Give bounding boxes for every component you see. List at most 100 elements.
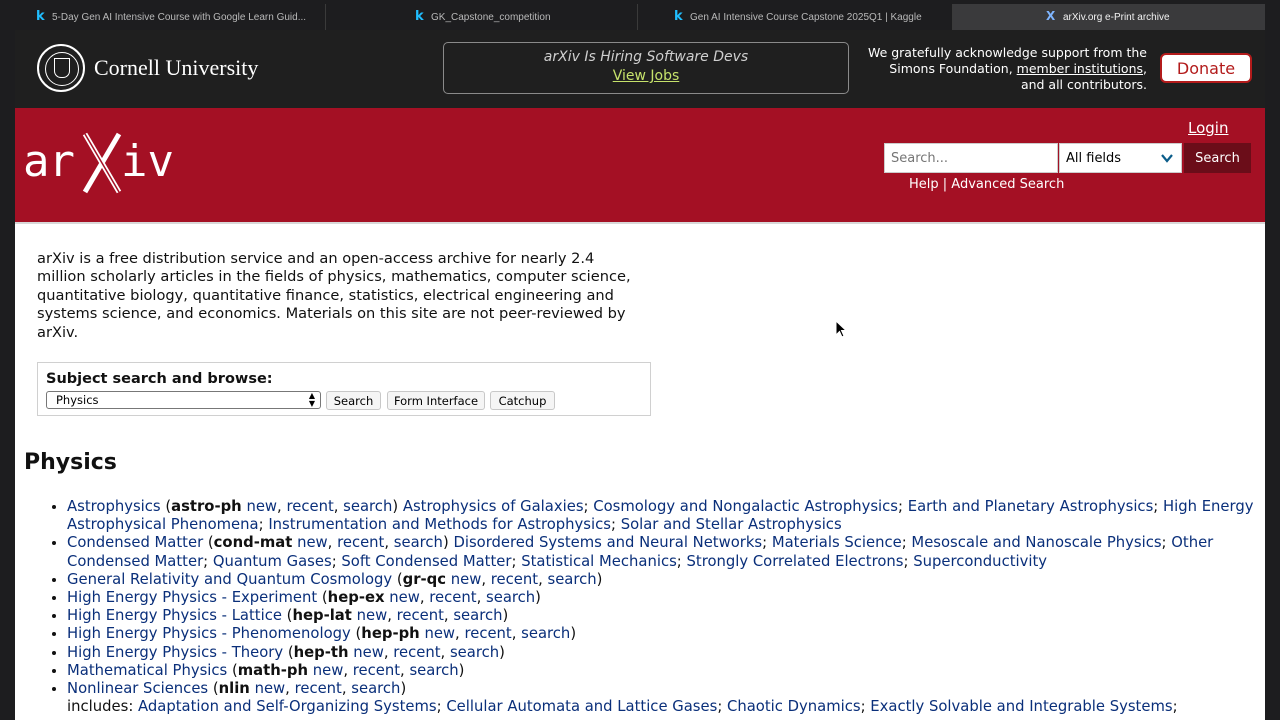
catchup-button[interactable]: Catchup [490, 391, 555, 410]
punct: ( [227, 661, 238, 679]
select-arrows-icon: ▲ ▼ [308, 391, 315, 408]
subcategory-link[interactable]: Solar and Stellar Astrophysics [621, 516, 842, 533]
cornell-seal-icon[interactable] [37, 44, 85, 92]
subject-select[interactable]: Physics ▲ ▼ [46, 391, 321, 409]
archive-link[interactable]: High Energy Physics - Theory [67, 644, 283, 661]
archive-item: Condensed Matter (cond-mat new, recent, … [67, 534, 1257, 570]
archive-link[interactable]: Nonlinear Sciences [67, 680, 208, 697]
subcategory-link[interactable]: Chaotic Dynamics [727, 698, 861, 715]
archive-link[interactable]: High Energy Physics - Experiment [67, 589, 317, 606]
new-link[interactable]: new [389, 589, 420, 606]
new-link[interactable]: new [424, 625, 455, 642]
subcategory-link[interactable]: Exactly Solvable and Integrable Systems [870, 698, 1172, 715]
subcategory-link[interactable]: Statistical Mechanics [521, 553, 677, 570]
subcategory-link[interactable]: Earth and Planetary Astrophysics [908, 498, 1154, 515]
search-input[interactable] [884, 143, 1058, 173]
member-institutions-link[interactable]: member institutions [1017, 61, 1143, 76]
recent-link[interactable]: recent [397, 607, 444, 624]
subcategory-link[interactable]: Mesoscale and Nanoscale Physics [911, 534, 1161, 551]
subcategory-link[interactable]: Strongly Correlated Electrons [687, 553, 904, 570]
subcategory-link[interactable]: Cellular Automata and Lattice Gases [446, 698, 717, 715]
browser-tab[interactable]: k 5-Day Gen AI Intensive Course with Goo… [0, 4, 326, 30]
punct: ) [458, 661, 465, 679]
hiring-banner: arXiv Is Hiring Software Devs View Jobs [443, 42, 849, 94]
archive-link[interactable]: High Energy Physics - Phenomenology [67, 625, 351, 642]
svg-text:iv: iv [121, 136, 173, 187]
punct: ) [442, 534, 449, 552]
subcategory-link[interactable]: Soft Condensed Matter [341, 553, 511, 570]
archive-code: hep-th [293, 643, 349, 661]
browser-tab[interactable]: k GK_Capstone_competition [326, 4, 638, 30]
login-link[interactable]: Login [1188, 119, 1228, 137]
new-link[interactable]: new [297, 534, 328, 551]
archive-search-link[interactable]: search [450, 644, 499, 661]
punct: ) [596, 570, 603, 588]
archive-search-link[interactable]: search [394, 534, 443, 551]
main-content: arXiv is a free distribution service and… [15, 226, 1265, 720]
archive-search-link[interactable]: search [409, 662, 458, 679]
ack-line-3: and all contributors. [1020, 77, 1147, 92]
new-link[interactable]: new [313, 662, 344, 679]
archive-link[interactable]: High Energy Physics - Lattice [67, 607, 282, 624]
donate-button[interactable]: Donate [1160, 53, 1252, 83]
archive-code: astro-ph [171, 498, 242, 515]
advanced-search-link[interactable]: Advanced Search [951, 177, 1064, 192]
kaggle-icon: k [36, 9, 45, 24]
recent-link[interactable]: recent [353, 662, 400, 679]
subcategory-link[interactable]: Instrumentation and Methods for Astrophy… [268, 516, 611, 533]
recent-link[interactable]: recent [286, 498, 333, 515]
archive-search-link[interactable]: search [351, 680, 400, 697]
subcategory-link[interactable]: Disordered Systems and Neural Networks [453, 534, 762, 551]
help-link[interactable]: Help [909, 177, 939, 192]
subject-select-value: Physics [56, 393, 99, 407]
recent-link[interactable]: recent [393, 644, 440, 661]
search-field-value: All fields [1066, 150, 1122, 166]
search-field-select[interactable]: All fields [1059, 143, 1182, 173]
archive-item: High Energy Physics - Phenomenology (hep… [67, 625, 1257, 643]
subcategory-link[interactable]: Quantum Gases [213, 553, 332, 570]
archive-item: High Energy Physics - Theory (hep-th new… [67, 644, 1257, 662]
archive-search-link[interactable]: search [521, 625, 570, 642]
recent-link[interactable]: recent [491, 571, 538, 588]
subject-browse-form: Subject search and browse: Physics ▲ ▼ Se… [37, 362, 651, 416]
subcategory-link[interactable]: Astrophysics of Galaxies [403, 498, 584, 515]
arxiv-logo-icon[interactable]: ar iv [23, 126, 173, 196]
archive-item: General Relativity and Quantum Cosmology… [67, 571, 1257, 589]
archive-search-link[interactable]: search [547, 571, 596, 588]
recent-link[interactable]: recent [295, 680, 342, 697]
archive-link[interactable]: Astrophysics [67, 498, 161, 515]
archive-link[interactable]: Condensed Matter [67, 534, 203, 551]
subcategory-link[interactable]: Cosmology and Nongalactic Astrophysics [593, 498, 898, 515]
recent-link[interactable]: recent [429, 589, 476, 606]
archive-link[interactable]: General Relativity and Quantum Cosmology [67, 571, 392, 588]
new-link[interactable]: new [357, 607, 388, 624]
form-interface-button[interactable]: Form Interface [387, 391, 485, 410]
punct: ) [502, 607, 509, 625]
subcategory-link[interactable]: Superconductivity [913, 553, 1047, 570]
kaggle-icon: k [674, 9, 683, 24]
subcategory-link[interactable]: Materials Science [772, 534, 902, 551]
physics-archive-list: Astrophysics (astro-ph new, recent, sear… [47, 498, 1257, 716]
recent-link[interactable]: recent [464, 625, 511, 642]
archive-search-link[interactable]: search [486, 589, 535, 606]
browser-tab-active[interactable]: X arXiv.org e-Print archive [953, 4, 1265, 30]
archive-code: cond-mat [213, 534, 293, 552]
archive-search-link[interactable]: search [343, 498, 392, 515]
recent-link[interactable]: recent [337, 534, 384, 551]
archive-code: hep-ex [327, 589, 385, 607]
search-button[interactable]: Search [1184, 143, 1251, 173]
archive-code: gr-qc [402, 570, 447, 588]
new-link[interactable]: new [451, 571, 482, 588]
subcategory-link[interactable]: Adaptation and Self-Organizing Systems [138, 698, 437, 715]
cornell-wordmark[interactable]: Cornell University [94, 55, 258, 81]
punct: ) [400, 680, 407, 698]
archive-link[interactable]: Mathematical Physics [67, 662, 227, 679]
browser-tab[interactable]: k Gen AI Intensive Course Capstone 2025Q… [638, 4, 953, 30]
new-link[interactable]: new [353, 644, 384, 661]
new-link[interactable]: new [246, 498, 277, 515]
archive-item: Astrophysics (astro-ph new, recent, sear… [67, 498, 1257, 534]
view-jobs-link[interactable]: View Jobs [613, 68, 680, 84]
new-link[interactable]: new [255, 680, 286, 697]
archive-search-link[interactable]: search [453, 607, 502, 624]
subject-search-button[interactable]: Search [326, 391, 381, 410]
